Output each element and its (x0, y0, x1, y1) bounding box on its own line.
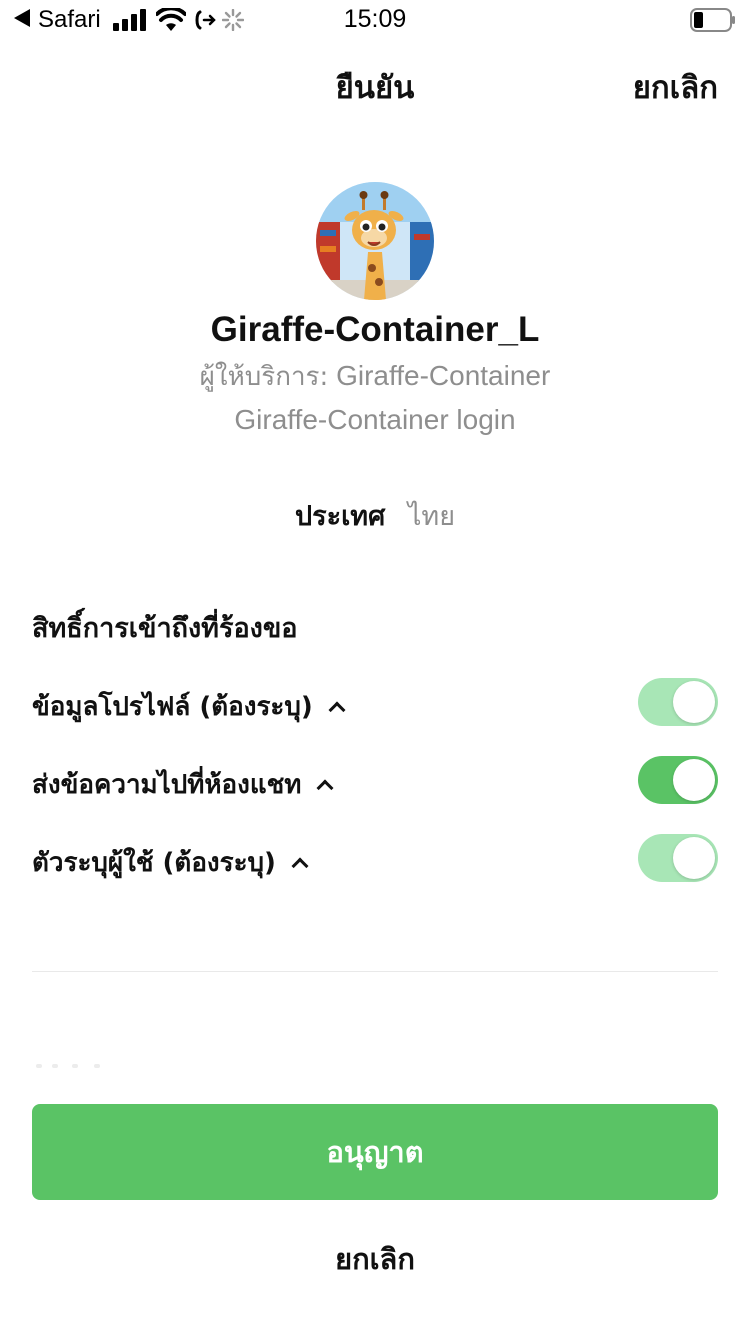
app-description: Giraffe-Container login (234, 404, 516, 435)
divider (32, 971, 718, 972)
faded-content (32, 1050, 122, 1080)
permission-label: ตัวระบุผู้ใช้ (ต้องระบุ) (32, 848, 276, 878)
provider-line: ผู้ให้บริการ: Giraffe-Container (0, 356, 750, 397)
permission-toggle-expand[interactable]: ส่งข้อความไปที่ห้องแชท (32, 764, 334, 805)
profile-permission-toggle[interactable] (638, 678, 718, 726)
status-bar: Safari 15:09 (0, 0, 750, 40)
permission-toggle-expand[interactable]: ข้อมูลโปรไฟล์ (ต้องระบุ) (32, 686, 346, 727)
app-avatar (316, 182, 434, 300)
country-row: ประเทศ ไทย (0, 494, 750, 537)
toggle-knob (673, 759, 715, 801)
chevron-up-icon (316, 779, 334, 796)
toggle-knob (673, 837, 715, 879)
toggle-knob (673, 681, 715, 723)
app-name: Giraffe-Container_L (210, 310, 540, 349)
country-label: ประเทศ (294, 501, 386, 532)
provider-name: Giraffe-Container (336, 360, 551, 391)
user-id-permission-toggle[interactable] (638, 834, 718, 882)
permission-row-send-message: ส่งข้อความไปที่ห้องแชท (32, 756, 718, 806)
chevron-up-icon (291, 857, 309, 874)
provider-label: ผู้ให้บริการ: (199, 362, 329, 392)
permission-row-user-id: ตัวระบุผู้ใช้ (ต้องระบุ) (32, 834, 718, 884)
permission-label: ส่งข้อความไปที่ห้องแชท (32, 770, 302, 800)
cancel-button-top[interactable]: ยกเลิก (633, 62, 718, 112)
country-value: ไทย (407, 501, 456, 532)
send-message-permission-toggle[interactable] (638, 756, 718, 804)
permission-toggle-expand[interactable]: ตัวระบุผู้ใช้ (ต้องระบุ) (32, 842, 309, 883)
permissions-heading: สิทธิ์การเข้าถึงที่ร้องขอ (32, 613, 298, 644)
chevron-up-icon (328, 701, 346, 718)
permission-label: ข้อมูลโปรไฟล์ (ต้องระบุ) (32, 692, 313, 722)
allow-button[interactable]: อนุญาต (32, 1104, 718, 1200)
status-time: 15:09 (343, 5, 407, 33)
permission-row-profile: ข้อมูลโปรไฟล์ (ต้องระบุ) (32, 678, 718, 728)
battery-icon (690, 8, 735, 32)
cancel-button[interactable]: ยกเลิก (0, 1236, 750, 1282)
